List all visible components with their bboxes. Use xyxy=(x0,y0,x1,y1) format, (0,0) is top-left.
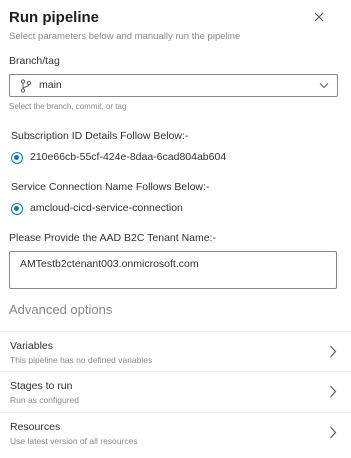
branch-value: main xyxy=(39,79,62,91)
close-icon[interactable] xyxy=(312,10,326,24)
service-connection-option-label: amcloud-cicd-service-connection xyxy=(30,202,183,214)
resources-title: Resources xyxy=(10,421,61,433)
chevron-right-icon xyxy=(330,426,337,439)
resources-subtitle: Use latest version of all resources xyxy=(10,436,138,446)
variables-subtitle: This pipeline has no defined variables xyxy=(10,355,153,365)
branch-label: Branch/tag xyxy=(9,55,60,67)
stages-to-run-subtitle: Run as configured xyxy=(10,395,79,405)
branch-hint: Select the branch, commit, or tag xyxy=(9,102,127,111)
chevron-down-icon xyxy=(319,83,329,89)
subscription-radio-option[interactable]: 210e66cb-55cf-424e-8daa-6cad804ab604 xyxy=(11,151,241,165)
panel-title: Run pipeline xyxy=(9,9,99,26)
chevron-right-icon xyxy=(330,345,337,358)
subscription-radio[interactable] xyxy=(11,152,23,164)
variables-title: Variables xyxy=(10,340,53,352)
service-connection-radio-option[interactable]: amcloud-cicd-service-connection xyxy=(11,202,241,216)
resources-row[interactable]: Resources Use latest version of all reso… xyxy=(0,412,351,452)
service-connection-label: Service Connection Name Follows Below:- xyxy=(11,181,210,193)
service-connection-radio[interactable] xyxy=(11,203,23,215)
stages-to-run-row[interactable]: Stages to run Run as configured xyxy=(0,371,351,411)
stages-to-run-title: Stages to run xyxy=(10,380,73,392)
chevron-right-icon xyxy=(330,385,337,398)
tenant-label: Please Provide the AAD B2C Tenant Name:- xyxy=(9,232,217,244)
branch-select[interactable]: main xyxy=(9,74,338,97)
panel-subtitle: Select parameters below and manually run… xyxy=(9,31,241,42)
variables-row[interactable]: Variables This pipeline has no defined v… xyxy=(0,331,351,371)
subscription-option-label: 210e66cb-55cf-424e-8daa-6cad804ab604 xyxy=(30,151,227,163)
panel-header: Run pipeline Select parameters below and… xyxy=(9,7,351,43)
advanced-options-title: Advanced options xyxy=(9,302,113,317)
subscription-label: Subscription ID Details Follow Below:- xyxy=(11,130,189,142)
tenant-input[interactable]: AMTestb2ctenant003.onmicrosoft.com xyxy=(9,251,337,289)
branch-icon xyxy=(20,79,32,93)
